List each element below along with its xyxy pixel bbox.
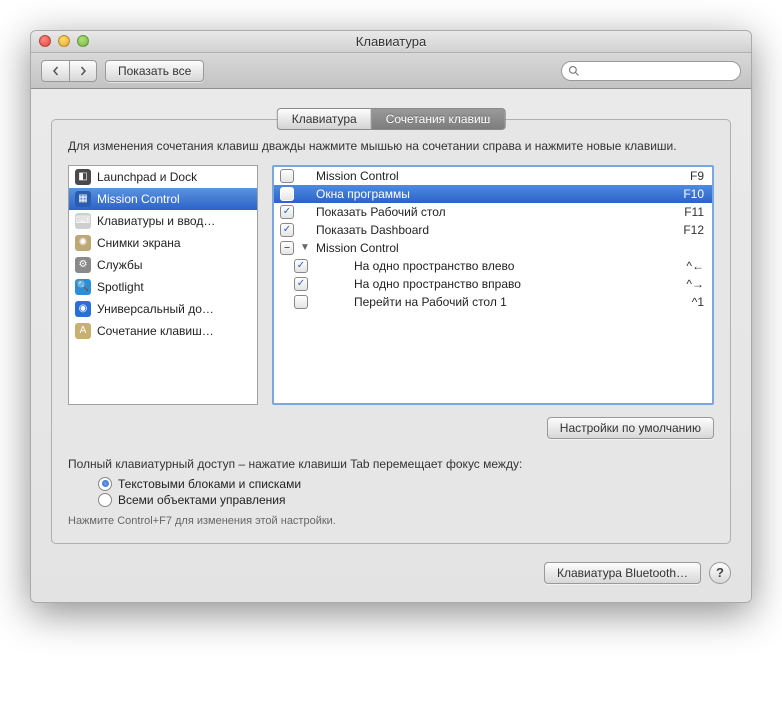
shortcut-key[interactable]: F11 <box>654 205 704 219</box>
search-field[interactable] <box>561 61 741 81</box>
shortcut-label: Перейти на Рабочий стол 1 <box>354 295 648 309</box>
full-keyboard-access-section: Полный клавиатурный доступ – нажатие кла… <box>68 457 714 527</box>
radio-label: Всеми объектами управления <box>118 493 285 507</box>
disclosure-icon[interactable]: ▼ <box>300 242 310 253</box>
shortcut-row[interactable]: ✓ Показать Dashboard F12 <box>274 221 712 239</box>
chevron-right-icon <box>78 66 88 76</box>
shortcut-key[interactable]: ^← <box>654 259 704 273</box>
instructions-text: Для изменения сочетания клавиш дважды на… <box>68 138 714 155</box>
tab-bar: Клавиатура Сочетания клавиш <box>277 108 506 130</box>
radio-icon <box>98 493 112 507</box>
radio-all-controls[interactable]: Всеми объектами управления <box>98 493 714 507</box>
show-all-label: Показать все <box>118 64 191 78</box>
toolbar: Показать все <box>31 53 751 89</box>
tab-keyboard[interactable]: Клавиатура <box>277 108 371 130</box>
category-label: Сочетание клавиш… <box>97 324 214 338</box>
shortcut-key[interactable]: F12 <box>654 223 704 237</box>
shortcut-row[interactable]: Перейти на Рабочий стол 1 ^1 <box>274 293 712 311</box>
shortcut-key[interactable]: F10 <box>654 187 704 201</box>
close-icon[interactable] <box>39 35 51 47</box>
category-icon: ✺ <box>75 235 91 251</box>
shortcut-label: На одно пространство влево <box>354 259 648 273</box>
category-item[interactable]: ◉ Универсальный до… <box>69 298 257 320</box>
category-list[interactable]: ◧ Launchpad и Dock ▦ Mission Control ⌨ Клавиа… <box>68 165 258 405</box>
window-title: Клавиатура <box>39 34 743 49</box>
preferences-window: Клавиатура Показать все Клавиатура Сочет… <box>30 30 752 603</box>
category-icon: 🔍 <box>75 279 91 295</box>
shortcut-row[interactable]: Окна программы F10 <box>274 185 712 203</box>
content-area: Клавиатура Сочетания клавиш Для изменени… <box>31 89 751 602</box>
show-all-button[interactable]: Показать все <box>105 60 204 82</box>
category-label: Универсальный до… <box>97 302 214 316</box>
help-icon: ? <box>716 565 724 580</box>
shortcut-label: Показать Dashboard <box>316 223 648 237</box>
titlebar[interactable]: Клавиатура <box>31 31 751 53</box>
category-label: Службы <box>97 258 142 272</box>
tab-group-frame: Клавиатура Сочетания клавиш Для изменени… <box>51 119 731 544</box>
category-label: Mission Control <box>97 192 180 206</box>
back-button[interactable] <box>41 60 69 82</box>
category-item[interactable]: A Сочетание клавиш… <box>69 320 257 342</box>
forward-button[interactable] <box>69 60 97 82</box>
shortcut-label: Показать Рабочий стол <box>316 205 648 219</box>
shortcut-label: Mission Control <box>316 169 648 183</box>
checkbox[interactable] <box>294 295 308 309</box>
access-hint: Нажмите Control+F7 для изменения этой на… <box>68 515 714 527</box>
shortcut-key[interactable]: F9 <box>654 169 704 183</box>
category-label: Spotlight <box>97 280 144 294</box>
category-label: Клавиатуры и ввод… <box>97 214 215 228</box>
shortcut-label: Mission Control <box>316 241 648 255</box>
minimize-icon[interactable] <box>58 35 70 47</box>
search-icon <box>568 65 580 77</box>
window-controls <box>39 35 89 47</box>
category-item[interactable]: ✺ Снимки экрана <box>69 232 257 254</box>
category-icon: A <box>75 323 91 339</box>
category-icon: ▦ <box>75 191 91 207</box>
shortcut-row[interactable]: ✓ На одно пространство влево ^← <box>274 257 712 275</box>
shortcut-label: Окна программы <box>316 187 648 201</box>
shortcut-row[interactable]: ✓ Показать Рабочий стол F11 <box>274 203 712 221</box>
checkbox[interactable]: – <box>280 241 294 255</box>
shortcut-key[interactable]: ^→ <box>654 277 704 291</box>
checkbox[interactable]: ✓ <box>280 205 294 219</box>
search-input[interactable] <box>585 65 734 77</box>
category-item[interactable]: 🔍 Spotlight <box>69 276 257 298</box>
shortcut-row[interactable]: ✓ На одно пространство вправо ^→ <box>274 275 712 293</box>
shortcut-row[interactable]: Mission Control F9 <box>274 167 712 185</box>
radio-icon <box>98 477 112 491</box>
category-item[interactable]: ▦ Mission Control <box>69 188 257 210</box>
footer: Клавиатура Bluetooth… ? <box>51 562 731 584</box>
checkbox[interactable]: ✓ <box>280 223 294 237</box>
category-item[interactable]: ⌨ Клавиатуры и ввод… <box>69 210 257 232</box>
bluetooth-keyboard-button[interactable]: Клавиатура Bluetooth… <box>544 562 701 584</box>
category-item[interactable]: ⚙ Службы <box>69 254 257 276</box>
help-button[interactable]: ? <box>709 562 731 584</box>
category-icon: ◧ <box>75 169 91 185</box>
shortcut-key[interactable]: ^1 <box>654 295 704 309</box>
checkbox[interactable]: ✓ <box>294 277 308 291</box>
tab-shortcuts[interactable]: Сочетания клавиш <box>371 108 506 130</box>
chevron-left-icon <box>51 66 61 76</box>
category-item[interactable]: ◧ Launchpad и Dock <box>69 166 257 188</box>
category-icon: ⚙ <box>75 257 91 273</box>
checkbox[interactable]: ✓ <box>294 259 308 273</box>
shortcut-group-row[interactable]: –▼ Mission Control <box>274 239 712 257</box>
category-icon: ◉ <box>75 301 91 317</box>
radio-label: Текстовыми блоками и списками <box>118 477 301 491</box>
category-icon: ⌨ <box>75 213 91 229</box>
checkbox[interactable] <box>280 187 294 201</box>
radio-text-lists[interactable]: Текстовыми блоками и списками <box>98 477 714 491</box>
split-panes: ◧ Launchpad и Dock ▦ Mission Control ⌨ Клавиа… <box>68 165 714 405</box>
nav-segment <box>41 60 97 82</box>
shortcut-label: На одно пространство вправо <box>354 277 648 291</box>
checkbox[interactable] <box>280 169 294 183</box>
shortcut-list[interactable]: Mission Control F9 Окна программы F10 ✓ Показ… <box>272 165 714 405</box>
category-label: Launchpad и Dock <box>97 170 197 184</box>
zoom-icon[interactable] <box>77 35 89 47</box>
restore-defaults-button[interactable]: Настройки по умолчанию <box>547 417 714 439</box>
category-label: Снимки экрана <box>97 236 181 250</box>
access-label: Полный клавиатурный доступ – нажатие кла… <box>68 457 714 471</box>
